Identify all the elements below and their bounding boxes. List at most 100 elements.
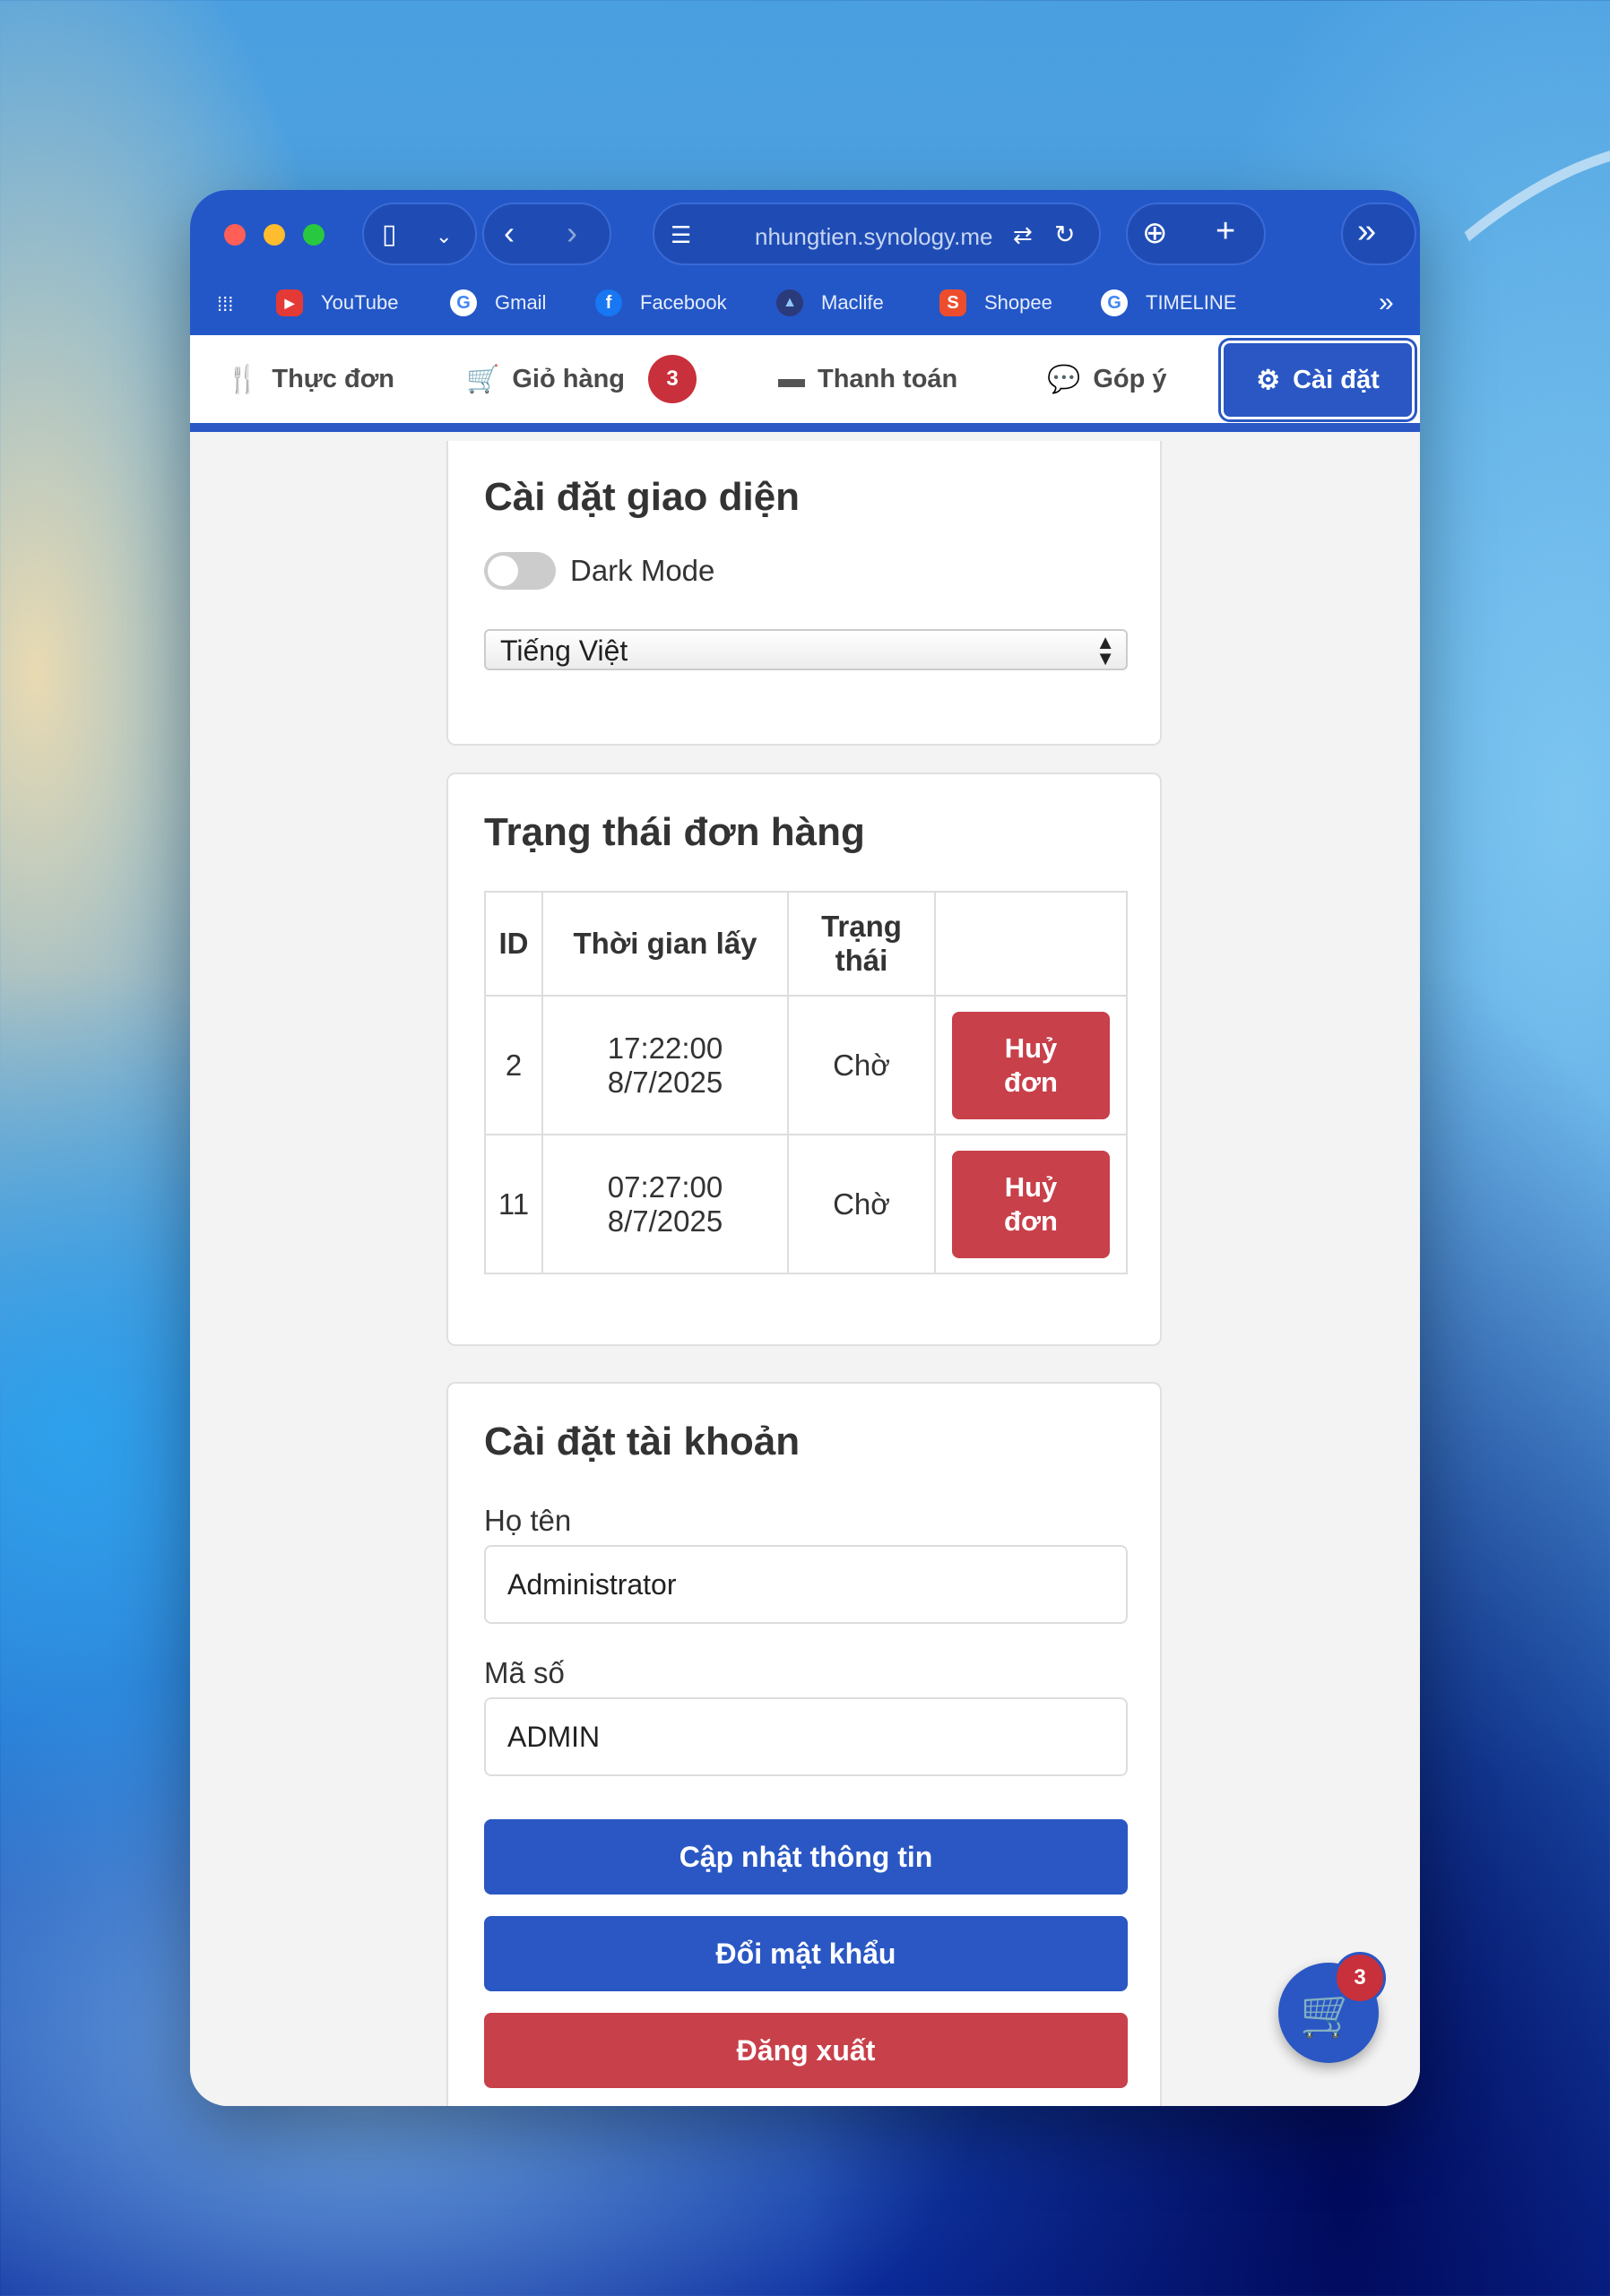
nav-menu[interactable]: 🍴 Thực đơn: [226, 335, 394, 423]
downloads-newtab-group[interactable]: ⊕ +: [1126, 203, 1266, 265]
nav-cart-label: Giỏ hàng: [512, 364, 626, 393]
google-icon: G: [450, 289, 477, 316]
bookmark-facebook[interactable]: f Facebook: [595, 285, 727, 321]
order-id: 2: [484, 995, 543, 1135]
cancel-label-2: đơn: [1004, 1066, 1058, 1098]
bookmark-timeline[interactable]: G TIMELINE: [1101, 285, 1236, 321]
sidebar-icon: ▯: [382, 220, 397, 249]
col-status-line1: Trạng: [821, 910, 902, 943]
bookmarks-overflow-icon[interactable]: »: [1379, 289, 1394, 317]
cancel-order-button[interactable]: Huỷ đơn: [952, 1150, 1110, 1258]
bookmark-maclife[interactable]: ▲ Maclife: [776, 285, 884, 321]
translate-icon[interactable]: ⇄: [1013, 220, 1033, 249]
floating-cart-badge: 3: [1334, 1952, 1386, 2004]
bookmark-shopee[interactable]: S Shopee: [939, 285, 1052, 321]
maximize-window-button[interactable]: [303, 224, 325, 246]
code-field[interactable]: [484, 1697, 1128, 1776]
account-card: Cài đặt tài khoản Họ tên Mã số Cập nhật …: [446, 1382, 1162, 2106]
account-title: Cài đặt tài khoản: [484, 1420, 801, 1463]
toggle-knob: [488, 556, 518, 586]
nav-settings[interactable]: ⚙ Cài đặt: [1221, 341, 1415, 419]
col-action: [934, 891, 1128, 997]
minimize-window-button[interactable]: [264, 224, 285, 246]
order-time-value: 17:22:00: [607, 1031, 723, 1065]
dark-mode-label: Dark Mode: [570, 554, 715, 587]
youtube-icon: ▶: [276, 289, 303, 316]
update-info-button[interactable]: Cập nhật thông tin: [484, 1819, 1128, 1895]
dark-mode-toggle[interactable]: [484, 552, 556, 590]
app-navbar: 🍴 Thực đơn 🛒 Giỏ hàng 3 ▬ Thanh toán 💬 G…: [190, 335, 1420, 432]
url-text[interactable]: nhungtien.synology.me: [755, 223, 992, 251]
cart-icon: 🛒: [466, 364, 500, 394]
orders-table: ID Thời gian lấy Trạng thái 2 17:22:00 8/7…: [484, 891, 1128, 1274]
cart-count-badge: 3: [648, 355, 697, 403]
browser-window: ▯ ⌄ ‹ › ☰ ⇄ ↻ nhungtien.synology.me ⊕ + …: [190, 190, 1420, 2106]
code-label: Mã số: [484, 1656, 565, 1689]
order-action-cell: Huỷ đơn: [934, 995, 1128, 1135]
sidebar-toggle-group[interactable]: ▯ ⌄: [362, 203, 477, 265]
bookmark-label: YouTube: [321, 291, 399, 314]
language-selected: Tiếng Việt: [500, 634, 628, 667]
col-id: ID: [484, 891, 543, 997]
change-password-button[interactable]: Đổi mật khẩu: [484, 1916, 1128, 1991]
maclife-icon: ▲: [776, 289, 803, 316]
logout-button[interactable]: Đăng xuất: [484, 2013, 1128, 2088]
orders-card: Trạng thái đơn hàng ID Thời gian lấy Trạ…: [446, 773, 1162, 1346]
bookmark-label: Facebook: [640, 291, 727, 314]
apps-grid-icon[interactable]: ⁞⁞⁞: [217, 290, 233, 319]
bookmark-youtube[interactable]: ▶ YouTube: [276, 285, 398, 321]
double-chevron-right-icon: »: [1357, 212, 1377, 250]
order-status: Chờ: [787, 995, 936, 1135]
nav-cart[interactable]: 🛒 Giỏ hàng 3: [466, 335, 697, 423]
shopee-icon: S: [939, 289, 966, 316]
order-date-value: 8/7/2025: [607, 1204, 723, 1238]
order-time: 17:22:00 8/7/2025: [541, 995, 789, 1135]
back-icon[interactable]: ‹: [504, 217, 515, 249]
order-id: 11: [484, 1134, 543, 1274]
nav-feedback[interactable]: 💬 Góp ý: [1047, 335, 1167, 423]
bookmark-label: TIMELINE: [1146, 291, 1237, 314]
plus-icon[interactable]: +: [1216, 214, 1235, 248]
cancel-order-button[interactable]: Huỷ đơn: [952, 1011, 1110, 1119]
comments-icon: 💬: [1047, 364, 1081, 394]
col-time: Thời gian lấy: [541, 891, 789, 997]
ui-settings-card: Cài đặt giao diện Dark Mode Tiếng Việt ▲…: [446, 441, 1162, 746]
bookmark-label: Maclife: [821, 291, 884, 314]
bookmark-gmail[interactable]: G Gmail: [450, 285, 546, 321]
more-tabs-button[interactable]: »: [1341, 203, 1416, 265]
reload-icon[interactable]: ↻: [1054, 220, 1075, 249]
order-date-value: 8/7/2025: [607, 1065, 723, 1099]
ui-settings-title: Cài đặt giao diện: [484, 475, 801, 519]
page-settings-icon[interactable]: ☰: [671, 220, 691, 249]
select-arrows-icon: ▲ ▼: [1095, 631, 1115, 669]
col-status-line2: thái: [835, 944, 888, 977]
google-icon: G: [1101, 289, 1128, 316]
nav-payment[interactable]: ▬ Thanh toán: [778, 335, 957, 423]
history-nav-group[interactable]: ‹ ›: [482, 203, 611, 265]
facebook-icon: f: [595, 289, 622, 316]
name-field[interactable]: [484, 1545, 1128, 1624]
download-icon[interactable]: ⊕: [1142, 218, 1168, 248]
table-row: 2 17:22:00 8/7/2025 Chờ Huỷ đơn: [484, 995, 1128, 1135]
nav-settings-label: Cài đặt: [1293, 365, 1380, 394]
cancel-label-2: đơn: [1004, 1204, 1058, 1237]
bookmark-label: Gmail: [495, 291, 547, 314]
cancel-label-1: Huỷ: [1004, 1032, 1058, 1065]
language-select[interactable]: Tiếng Việt ▲ ▼: [484, 629, 1128, 670]
nav-feedback-label: Góp ý: [1093, 364, 1167, 393]
cancel-label-1: Huỷ: [1004, 1171, 1058, 1204]
nav-payment-label: Thanh toán: [818, 364, 958, 393]
page-content: Cài đặt giao diện Dark Mode Tiếng Việt ▲…: [190, 432, 1420, 2106]
table-row: 11 07:27:00 8/7/2025 Chờ Huỷ đơn: [484, 1134, 1128, 1274]
name-label: Họ tên: [484, 1504, 572, 1537]
order-time: 07:27:00 8/7/2025: [541, 1134, 789, 1274]
orders-title: Trạng thái đơn hàng: [484, 810, 865, 854]
credit-card-icon: ▬: [778, 364, 805, 393]
close-window-button[interactable]: [224, 224, 246, 246]
order-time-value: 07:27:00: [607, 1170, 723, 1204]
forward-icon[interactable]: ›: [567, 217, 577, 249]
table-header-row: ID Thời gian lấy Trạng thái: [484, 891, 1128, 997]
chevron-down-icon: ⌄: [436, 225, 453, 247]
browser-toolbar: ▯ ⌄ ‹ › ☰ ⇄ ↻ nhungtien.synology.me ⊕ + …: [190, 190, 1420, 335]
order-status: Chờ: [787, 1134, 936, 1274]
